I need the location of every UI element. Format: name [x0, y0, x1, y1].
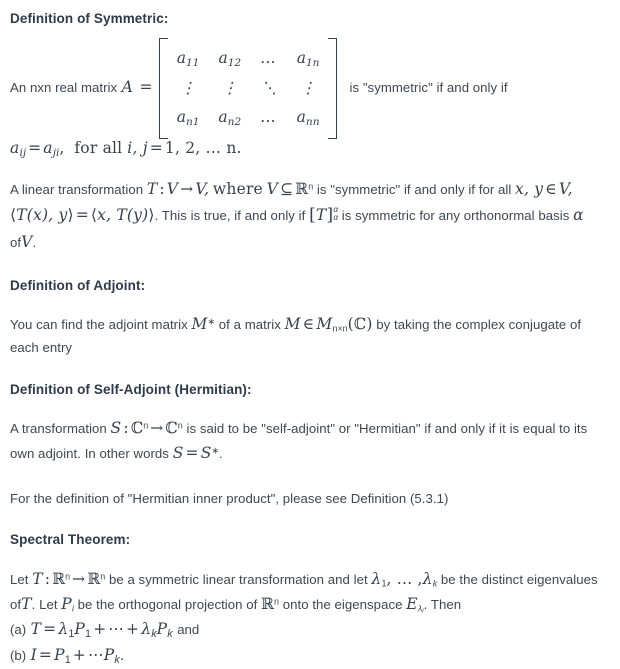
math-T: T	[146, 180, 158, 199]
matrix-cell: an2	[218, 108, 242, 129]
document-page: Definition of Symmetric: An nxn real mat…	[0, 0, 620, 666]
text-fragment: A linear transformation	[10, 182, 144, 198]
matrix-cell-hdots: …	[260, 49, 278, 68]
math-eigenvalue-list: λ1, … ,λk	[371, 569, 438, 589]
text-fragment: Let	[10, 571, 29, 587]
matrix-cell-ddots: ⋱	[261, 78, 277, 97]
lead-text: An nxn real matrix	[10, 79, 118, 95]
symmetric-transformation-paragraph: A linear transformation T: V → V, where V ⊆ ℝ…	[10, 180, 584, 251]
spectral-theorem-paragraph: Let T: ℝn → ℝn be a symmetric linear transf…	[10, 569, 598, 615]
text-fragment: is "symmetric" if and only if for all	[316, 182, 512, 198]
math-matrix-of-T-alpha: [T] α α	[309, 204, 339, 226]
text-fragment: This is true, if and only if	[161, 208, 306, 224]
math-S-maps-C-to-C: S: ℂn → ℂn	[110, 418, 183, 437]
equals-sign: =	[139, 77, 153, 96]
math-S-equals-S-star: S = S∗.	[172, 443, 223, 462]
math-M: M	[284, 315, 301, 334]
hermitian-inner-product-note: For the definition of "Hermitian inner p…	[10, 491, 449, 507]
matrix-trail-text: is "symmetric" if and only if	[349, 79, 508, 95]
matrix-bracketed: a11 a12 … a1n ⋮ ⋮ ⋱ ⋮ an1 an2 … ann	[158, 38, 338, 139]
spectral-item-a: (a) T = λ1P1 + ⋯ + λkPk and	[10, 620, 200, 641]
text-fragment: You can find the adjoint matrix	[10, 317, 188, 333]
text-fragment: is symmetric for any orthonormal basis	[341, 208, 570, 224]
text-fragment: of	[10, 234, 22, 250]
adjoint-paragraph: You can find the adjoint matrix M∗ of a …	[10, 315, 582, 356]
inner-product-left: T(x), y	[16, 206, 68, 225]
text-fragment: Let	[39, 596, 58, 612]
text-fragment: of a matrix	[218, 317, 281, 333]
text-fragment: onto the eigenspace	[282, 596, 403, 612]
bracket-left	[158, 38, 168, 139]
matrix-cell-hdots: …	[260, 108, 278, 127]
self-adjoint-paragraph: A transformation S: ℂn → ℂn is said to be "…	[10, 416, 610, 466]
matrix-grid: a11 a12 … a1n ⋮ ⋮ ⋱ ⋮ an1 an2 … ann	[168, 38, 329, 138]
math-alpha: α	[573, 206, 584, 225]
math-matrix-space: M	[316, 315, 333, 334]
text-fragment: be the orthogonal projection of	[77, 596, 258, 612]
bracket-right	[328, 38, 338, 139]
item-label-a: (a)	[10, 622, 27, 638]
spectral-item-b: (b) I = P1 + ⋯Pk.	[10, 645, 125, 666]
matrix-cell: ann	[296, 108, 320, 129]
heading-definition-symmetric: Definition of Symmetric:	[10, 11, 169, 26]
item-trailing-text: and	[177, 622, 200, 638]
symmetric-matrix-line: An nxn real matrix A = a11 a12 … a1n ⋮ ⋮…	[10, 37, 610, 139]
inner-product-right: x, T(y)	[97, 206, 149, 225]
math-projection-Pi: Pi	[61, 594, 74, 614]
text-fragment: Then	[430, 596, 462, 612]
matrix-variable-A: A	[121, 77, 134, 96]
matrix-lead-text: An nxn real matrix A =	[10, 77, 157, 98]
text-fragment: A transformation	[10, 420, 107, 436]
matrix-cell: a12	[218, 49, 242, 70]
symmetric-condition-equation: aij = aji, for all i, j = 1, 2, … n.	[10, 138, 242, 159]
math-real-numbers: ℝ	[295, 180, 309, 199]
text-fragment: be a symmetric linear transformation and…	[108, 571, 368, 587]
matrix-cell: an1	[176, 108, 200, 129]
heading-spectral-theorem: Spectral Theorem:	[10, 532, 131, 548]
matrix-cell-vdots: ⋮	[222, 78, 238, 97]
math-eigenspace: Eλi.	[406, 594, 428, 615]
matrix-cell-vdots: ⋮	[180, 78, 196, 97]
item-label-b: (b)	[10, 647, 27, 663]
math-real-numbers: ℝ	[261, 594, 275, 613]
heading-definition-self-adjoint: Definition of Self-Adjoint (Hermitian):	[10, 381, 252, 397]
math-M-star: M∗	[191, 315, 216, 334]
matrix-cell: a11	[176, 49, 200, 70]
math-T-maps-R-to-R: T: ℝn → ℝn	[32, 569, 106, 588]
heading-definition-adjoint: Definition of Adjoint:	[10, 277, 146, 293]
matrix-cell: a1n	[296, 49, 320, 70]
math-complex-numbers: ℂ	[353, 315, 367, 334]
matrix-cell-vdots: ⋮	[300, 78, 316, 97]
